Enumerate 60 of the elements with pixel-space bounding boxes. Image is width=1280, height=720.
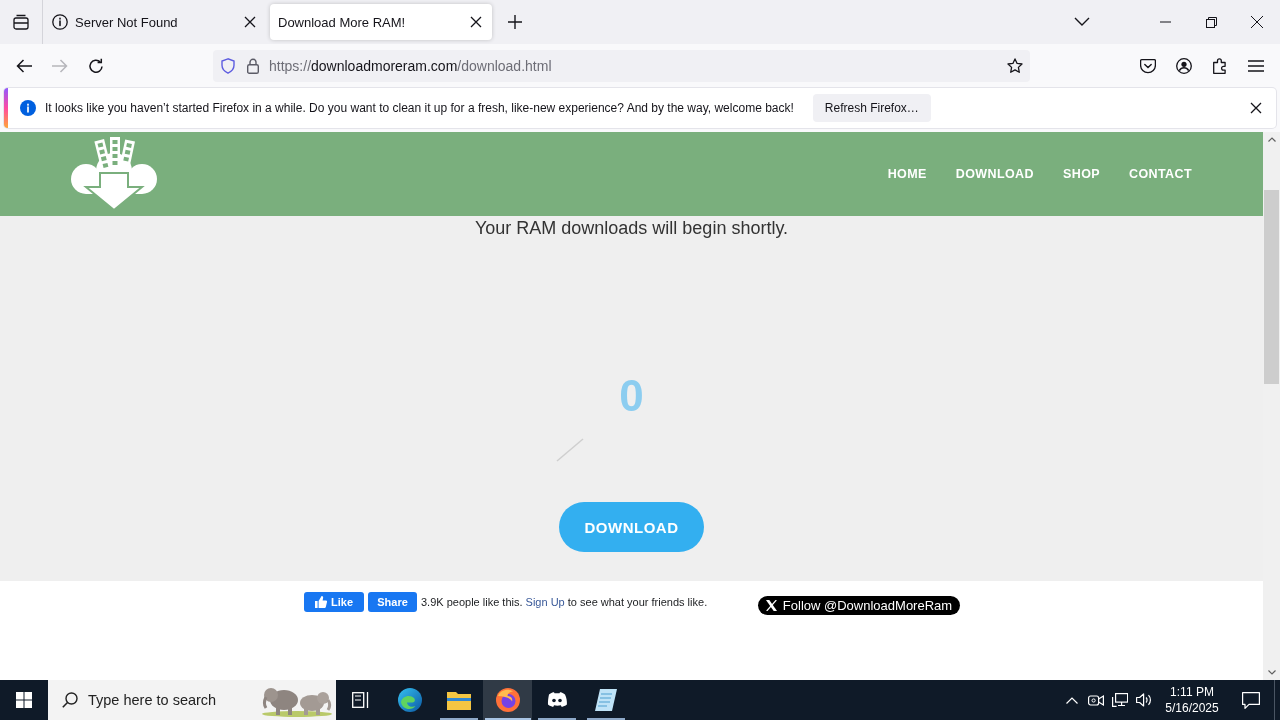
search-box[interactable]: Type here to search xyxy=(48,680,336,720)
network-icon[interactable] xyxy=(1112,693,1128,707)
close-icon[interactable] xyxy=(242,14,258,30)
search-icon xyxy=(62,692,78,708)
minimize-icon[interactable] xyxy=(1159,21,1171,23)
diagonal-stroke-icon xyxy=(555,438,584,462)
folder-icon[interactable] xyxy=(446,690,471,710)
menu-icon[interactable] xyxy=(1248,60,1264,72)
counter-value: 0 xyxy=(619,374,644,418)
close-icon[interactable] xyxy=(1250,102,1262,114)
browser-tab[interactable]: Download More RAM! xyxy=(270,4,492,40)
share-button[interactable]: Share xyxy=(368,592,417,612)
browser-tab[interactable]: Server Not Found xyxy=(44,4,266,40)
thumbs-up-icon xyxy=(315,596,327,608)
edge-icon[interactable] xyxy=(397,688,422,712)
search-field[interactable]: Type here to search xyxy=(88,688,248,712)
scroll-up-icon[interactable] xyxy=(1267,137,1276,142)
scrollbar-track[interactable] xyxy=(1263,132,1280,680)
plus-icon[interactable] xyxy=(507,14,523,30)
scroll-down-icon[interactable] xyxy=(1267,670,1276,675)
back-arrow-icon[interactable] xyxy=(16,59,32,73)
volume-icon[interactable] xyxy=(1136,693,1152,707)
puzzle-piece-icon[interactable] xyxy=(1212,58,1228,74)
refresh-firefox-button[interactable]: Refresh Firefox… xyxy=(812,94,931,122)
clock-date[interactable]: 5/16/2025 xyxy=(1165,700,1219,716)
lock-icon[interactable] xyxy=(247,58,259,74)
star-icon[interactable] xyxy=(1007,58,1023,74)
discord-icon[interactable] xyxy=(545,691,568,709)
tray-icon[interactable] xyxy=(13,14,29,30)
notification-message: It looks like you haven’t started Firefox in a while. Do you want to clean it up for a fresh, like-new experience? And by the way, welcome back! xyxy=(45,101,794,115)
pocket-icon[interactable] xyxy=(1140,58,1156,74)
address-field[interactable]: https://downloadmoreram.com/download.html xyxy=(213,50,1030,82)
follow-button[interactable]: Follow @DownloadMoreRam xyxy=(758,596,960,615)
info-icon xyxy=(20,100,36,116)
windows-logo-icon[interactable] xyxy=(16,692,32,708)
taskbar-button[interactable] xyxy=(483,680,532,720)
sign-up-link[interactable]: Sign Up xyxy=(525,596,565,608)
like-button[interactable]: Like xyxy=(304,592,364,612)
clock-time[interactable]: 1:11 PM xyxy=(1170,684,1214,700)
notification-icon[interactable] xyxy=(1242,691,1260,709)
tab-title: Download More RAM! xyxy=(278,14,407,30)
reload-icon[interactable] xyxy=(88,58,104,74)
task-view-icon[interactable] xyxy=(352,692,369,708)
restore-icon[interactable] xyxy=(1205,16,1217,28)
firefox-icon[interactable] xyxy=(495,688,520,712)
chevron-down-icon[interactable] xyxy=(1074,17,1090,27)
info-icon xyxy=(52,14,68,30)
account-icon[interactable] xyxy=(1176,58,1192,74)
like-count-text: 3.9K people like this. Sign Up to see what your friends like. xyxy=(421,595,708,610)
notepad-icon[interactable] xyxy=(594,689,617,711)
close-icon[interactable] xyxy=(468,14,484,30)
download-notice-text: Your RAM downloads will begin shortly. xyxy=(474,218,789,238)
shield-icon[interactable] xyxy=(221,58,235,74)
close-icon[interactable] xyxy=(1251,16,1263,28)
chevron-up-icon[interactable] xyxy=(1066,696,1078,704)
camera-icon[interactable] xyxy=(1088,693,1104,707)
scrollbar-thumb[interactable] xyxy=(1264,190,1279,384)
x-logo-icon xyxy=(765,600,777,611)
tab-title: Server Not Found xyxy=(75,14,179,30)
cloud-arrow-logo-icon xyxy=(70,137,158,211)
